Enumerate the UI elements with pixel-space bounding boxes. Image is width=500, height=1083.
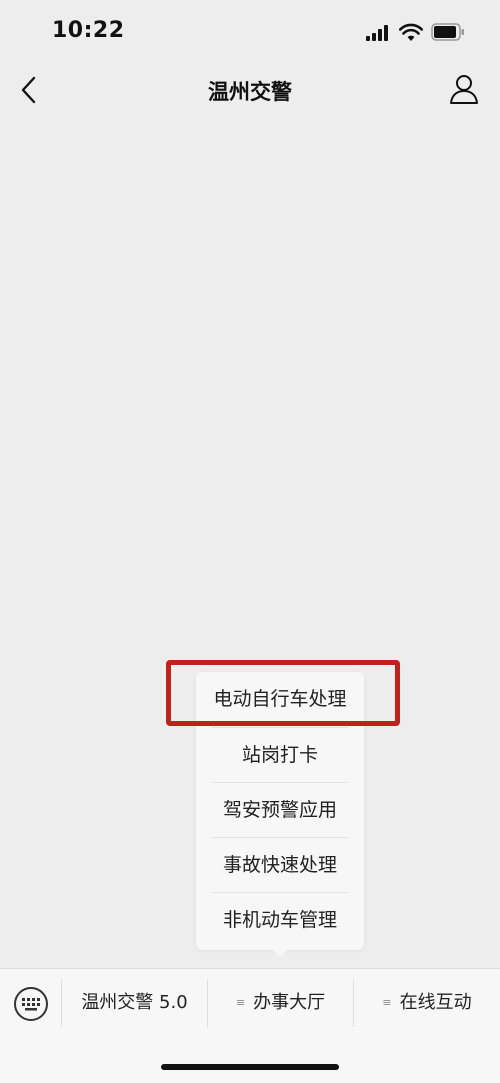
status-bar: 10:22 xyxy=(0,0,500,66)
keyboard-toggle-button[interactable] xyxy=(14,987,48,1021)
menu-item-accident-processing[interactable]: 事故快速处理 xyxy=(212,837,348,893)
submenu-indicator-icon: ≡ xyxy=(382,996,392,1009)
tab-label: 办事大厅 xyxy=(253,992,326,1013)
battery-icon xyxy=(431,23,464,41)
page-title: 温州交警 xyxy=(208,80,292,104)
profile-icon[interactable] xyxy=(447,72,481,106)
navigation-bar: 温州交警 xyxy=(0,66,500,114)
submenu-indicator-icon: ≡ xyxy=(235,996,246,1009)
tab-label: 温州交警 5.0 xyxy=(81,992,188,1013)
tab-service-hall[interactable]: ≡ 办事大厅 xyxy=(208,969,353,1037)
menu-item-post-checkin[interactable]: 站岗打卡 xyxy=(212,727,348,783)
home-indicator xyxy=(161,1064,339,1070)
cellular-signal-icon xyxy=(366,25,392,41)
highlight-annotation xyxy=(166,660,400,726)
keyboard-icon xyxy=(22,998,40,1011)
menu-item-nonmotor-management[interactable]: 非机动车管理 xyxy=(212,892,348,948)
status-time: 10:22 xyxy=(52,18,125,43)
wifi-icon xyxy=(399,23,423,41)
tab-wenzhou-police[interactable]: 温州交警 5.0 xyxy=(62,969,207,1037)
tab-online-interaction[interactable]: ≡ 在线互动 xyxy=(354,969,500,1037)
menu-item-driving-warning[interactable]: 驾安预警应用 xyxy=(212,782,348,838)
tab-label: 在线互动 xyxy=(399,992,472,1013)
